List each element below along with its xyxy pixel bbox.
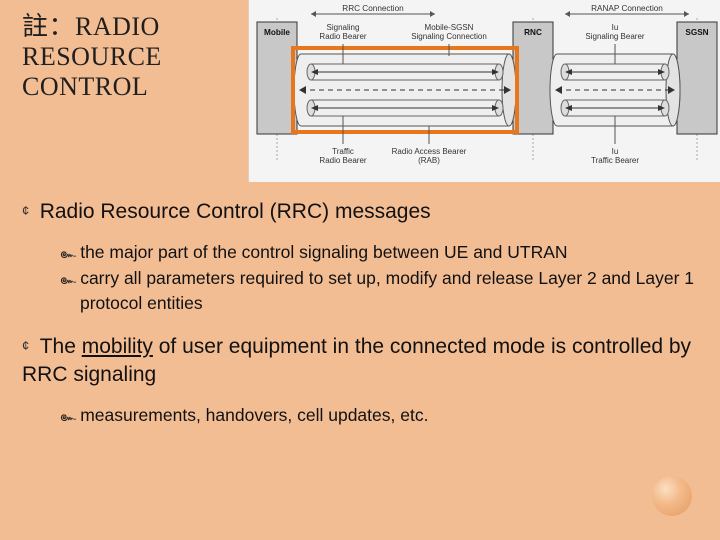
label-ranap: RANAP Connection bbox=[591, 4, 663, 13]
bullet-2-text: The mobility of user equipment in the co… bbox=[22, 335, 691, 386]
bullet-2-sub-1-text: measurements, handovers, cell updates, e… bbox=[80, 405, 428, 425]
slide-body: ¢ Radio Resource Control (RRC) messages … bbox=[22, 198, 698, 446]
underlined-word: mobility bbox=[82, 335, 153, 358]
swirl-icon: ๛ bbox=[60, 245, 76, 261]
bullet-1: ¢ Radio Resource Control (RRC) messages bbox=[22, 198, 698, 226]
bullet-icon: ¢ bbox=[22, 203, 29, 218]
bullet-icon: ¢ bbox=[22, 338, 29, 353]
swirl-icon: ๛ bbox=[60, 408, 76, 424]
bullet-1-sub-2: ๛carry all parameters required to set up… bbox=[60, 266, 698, 314]
title-line-1: 註：RADIO bbox=[22, 12, 192, 42]
slide-title: 註：RADIO RESOURCE CONTROL bbox=[22, 12, 192, 102]
title-line-2: RESOURCE bbox=[22, 42, 192, 72]
bullet-1-text: Radio Resource Control (RRC) messages bbox=[40, 200, 431, 223]
cylinder-right bbox=[550, 54, 680, 126]
cylinder-left bbox=[294, 54, 516, 126]
network-diagram: RRC Connection RANAP Connection Mobile R… bbox=[248, 0, 720, 182]
bullet-1-sub-1: ๛the major part of the control signaling… bbox=[60, 240, 698, 264]
page-indicator-dot bbox=[652, 476, 692, 516]
bullet-1-sub-2-text: carry all parameters required to set up,… bbox=[80, 268, 694, 312]
bullet-1-subs: ๛the major part of the control signaling… bbox=[60, 240, 698, 314]
swirl-icon: ๛ bbox=[60, 271, 76, 287]
bullet-2-sub-1: ๛measurements, handovers, cell updates, … bbox=[60, 403, 698, 427]
label-rrc: RRC Connection bbox=[342, 4, 404, 13]
node-rnc: RNC bbox=[524, 28, 542, 37]
node-mobile: Mobile bbox=[264, 28, 290, 37]
title-line-3: CONTROL bbox=[22, 72, 192, 102]
bullet-1-sub-1-text: the major part of the control signaling … bbox=[80, 242, 567, 262]
bullet-2-subs: ๛measurements, handovers, cell updates, … bbox=[60, 403, 698, 427]
bullet-2: ¢ The mobility of user equipment in the … bbox=[22, 333, 698, 390]
node-sgsn: SGSN bbox=[685, 28, 708, 37]
